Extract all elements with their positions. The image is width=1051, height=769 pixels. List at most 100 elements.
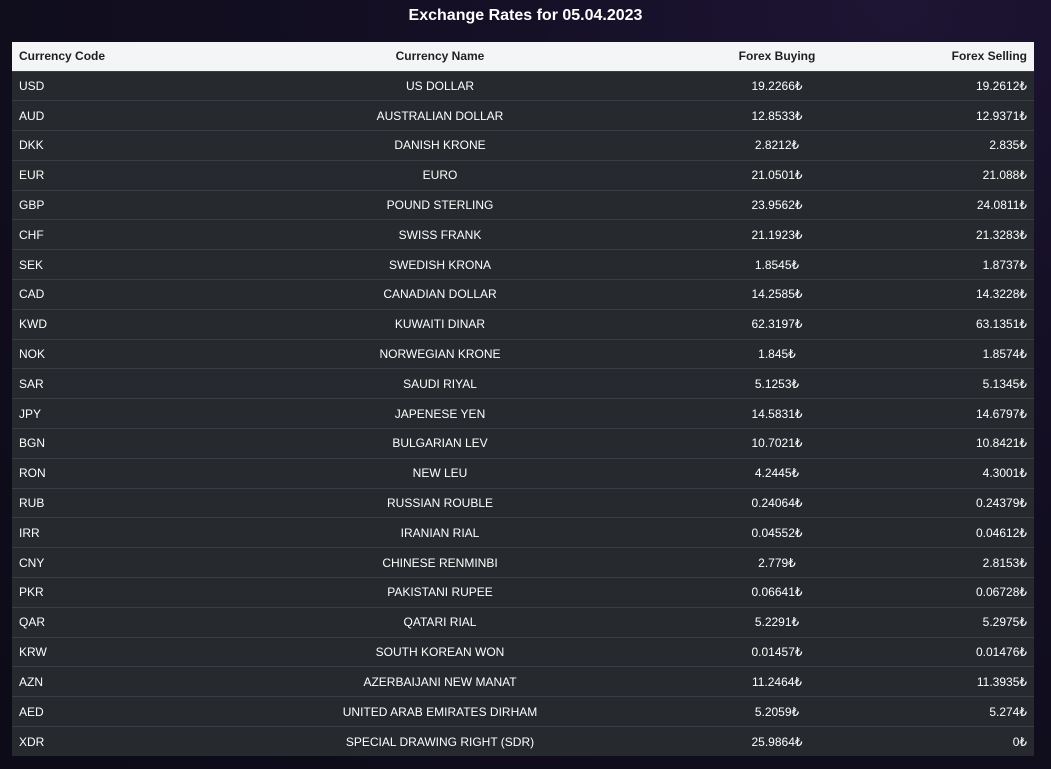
forex-selling-cell: 0.24379₺ — [975, 496, 1027, 511]
forex-buying-cell: 14.2585₺ — [751, 287, 803, 302]
forex-selling-cell: 2.835₺ — [989, 138, 1027, 153]
forex-buying-cell: 25.9864₺ — [751, 734, 803, 749]
table-row: AED UNITED ARAB EMIRATES DIRHAM 5.2059₺ 5.2… — [12, 696, 1034, 727]
currency-code-cell: SAR — [19, 376, 44, 391]
exchange-rates-table-container: Currency Code Currency Name Forex Buying… — [12, 42, 1034, 757]
currency-name-cell: PAKISTANI RUPEE — [387, 585, 493, 600]
table-row: DKK DANISH KRONE 2.8212₺ 2.835₺ — [12, 130, 1034, 161]
forex-selling-cell: 2.8153₺ — [982, 555, 1027, 570]
currency-code-cell: USD — [19, 78, 45, 93]
table-row: RON NEW LEU 4.2445₺ 4.3001₺ — [12, 458, 1034, 489]
currency-name-cell: CHINESE RENMINBI — [382, 555, 498, 570]
forex-buying-cell: 12.8533₺ — [751, 108, 803, 123]
column-header-currency-code: Currency Code — [19, 49, 106, 64]
forex-buying-cell: 1.845₺ — [758, 347, 796, 362]
currency-code-cell: PKR — [19, 585, 44, 600]
table-row: QAR QATARI RIAL 5.2291₺ 5.2975₺ — [12, 607, 1034, 638]
currency-name-cell: AZERBAIJANI NEW MANAT — [363, 674, 517, 689]
forex-buying-cell: 10.7021₺ — [751, 436, 803, 451]
currency-name-cell: NEW LEU — [412, 466, 468, 481]
forex-selling-cell: 5.2975₺ — [982, 615, 1027, 630]
table-row: XDR SPECIAL DRAWING RIGHT (SDR) 25.9864₺ 0₺ — [12, 726, 1034, 757]
forex-buying-cell: 5.2291₺ — [754, 615, 800, 630]
table-row: USD US DOLLAR 19.2266₺ 19.2612₺ — [12, 71, 1034, 101]
currency-name-cell: US DOLLAR — [405, 78, 475, 93]
forex-selling-cell: 14.6797₺ — [975, 406, 1027, 421]
forex-selling-cell: 5.1345₺ — [982, 376, 1027, 391]
currency-name-cell: CANADIAN DOLLAR — [383, 287, 497, 302]
table-row: IRR IRANIAN RIAL 0.04552₺ 0.04612₺ — [12, 517, 1034, 548]
currency-name-cell: DANISH KRONE — [394, 138, 486, 153]
forex-selling-cell: 11.3935₺ — [976, 674, 1027, 689]
currency-name-cell: AUSTRALIAN DOLLAR — [376, 108, 504, 123]
forex-selling-cell: 0₺ — [1012, 734, 1027, 749]
forex-buying-cell: 0.24064₺ — [751, 496, 803, 511]
currency-code-cell: IRR — [19, 525, 40, 540]
table-row: KWD KUWAITI DINAR 62.3197₺ 63.1351₺ — [12, 309, 1034, 340]
exchange-rates-table: Currency Code Currency Name Forex Buying… — [12, 42, 1034, 757]
table-row: EUR EURO 21.0501₺ 21.088₺ — [12, 160, 1034, 191]
forex-selling-cell: 21.088₺ — [982, 168, 1027, 183]
forex-selling-cell: 24.0811₺ — [976, 198, 1027, 213]
currency-code-cell: EUR — [19, 168, 45, 183]
currency-code-cell: RUB — [19, 496, 45, 511]
table-row: AUD AUSTRALIAN DOLLAR 12.8533₺ 12.9371₺ — [12, 100, 1034, 131]
forex-buying-cell: 0.06641₺ — [751, 585, 803, 600]
currency-code-cell: XDR — [19, 734, 45, 749]
currency-code-cell: NOK — [19, 347, 46, 362]
currency-name-cell: KUWAITI DINAR — [394, 317, 486, 332]
currency-name-cell: IRANIAN RIAL — [400, 525, 480, 540]
forex-selling-cell: 5.274₺ — [989, 704, 1027, 719]
currency-code-cell: RON — [19, 466, 46, 481]
currency-code-cell: AED — [19, 704, 44, 719]
table-row: KRW SOUTH KOREAN WON 0.01457₺ 0.01476₺ — [12, 637, 1034, 667]
forex-selling-cell: 0.04612₺ — [975, 525, 1027, 540]
currency-name-cell: SAUDI RIYAL — [403, 376, 477, 391]
table-row: CNY CHINESE RENMINBI 2.779₺ 2.8153₺ — [12, 547, 1034, 578]
column-header-forex-buying: Forex Buying — [738, 49, 816, 64]
forex-buying-cell: 19.2266₺ — [751, 78, 803, 93]
table-row: PKR PAKISTANI RUPEE 0.06641₺ 0.06728₺ — [12, 577, 1034, 608]
forex-selling-cell: 19.2612₺ — [975, 78, 1027, 93]
forex-selling-cell: 14.3228₺ — [975, 287, 1027, 302]
currency-name-cell: POUND STERLING — [386, 198, 494, 213]
currency-name-cell: NORWEGIAN KRONE — [379, 347, 501, 362]
table-row: SEK SWEDISH KRONA 1.8545₺ 1.8737₺ — [12, 249, 1034, 280]
forex-selling-cell: 0.01476₺ — [975, 645, 1027, 660]
currency-name-cell: SWISS FRANK — [398, 227, 482, 242]
currency-code-cell: GBP — [19, 198, 45, 213]
table-row: BGN BULGARIAN LEV 10.7021₺ 10.8421₺ — [12, 428, 1034, 459]
forex-buying-cell: 4.2445₺ — [754, 466, 800, 481]
column-header-currency-name: Currency Name — [395, 49, 485, 64]
currency-code-cell: DKK — [19, 138, 44, 153]
column-header-forex-selling: Forex Selling — [951, 49, 1027, 64]
forex-buying-cell: 0.01457₺ — [751, 645, 803, 660]
forex-buying-cell: 2.779₺ — [758, 555, 796, 570]
forex-selling-cell: 0.06728₺ — [975, 585, 1027, 600]
forex-selling-cell: 1.8737₺ — [982, 257, 1027, 272]
forex-selling-cell: 1.8574₺ — [982, 347, 1027, 362]
currency-name-cell: SOUTH KOREAN WON — [375, 645, 505, 660]
table-row: CAD CANADIAN DOLLAR 14.2585₺ 14.3228₺ — [12, 279, 1034, 310]
currency-name-cell: EURO — [422, 168, 458, 183]
currency-code-cell: CNY — [19, 555, 45, 570]
forex-buying-cell: 11.2464₺ — [751, 674, 803, 689]
table-row: SAR SAUDI RIYAL 5.1253₺ 5.1345₺ — [12, 368, 1034, 399]
forex-buying-cell: 14.5831₺ — [751, 406, 803, 421]
forex-buying-cell: 21.1923₺ — [751, 227, 803, 242]
forex-selling-cell: 10.8421₺ — [975, 436, 1027, 451]
table-header: Currency Code Currency Name Forex Buying… — [12, 42, 1034, 71]
currency-code-cell: BGN — [19, 436, 46, 451]
currency-name-cell: SWEDISH KRONA — [388, 257, 491, 272]
currency-name-cell: QATARI RIAL — [403, 615, 477, 630]
currency-code-cell: QAR — [19, 615, 46, 630]
table-row: JPY JAPENESE YEN 14.5831₺ 14.6797₺ — [12, 398, 1034, 429]
currency-code-cell: CHF — [19, 227, 44, 242]
currency-code-cell: AZN — [19, 674, 43, 689]
forex-buying-cell: 0.04552₺ — [751, 525, 803, 540]
currency-code-cell: KRW — [19, 645, 47, 660]
table-header-row: Currency Code Currency Name Forex Buying… — [12, 42, 1034, 71]
table-row: NOK NORWEGIAN KRONE 1.845₺ 1.8574₺ — [12, 339, 1034, 369]
forex-buying-cell: 23.9562₺ — [751, 198, 803, 213]
forex-selling-cell: 63.1351₺ — [975, 317, 1027, 332]
